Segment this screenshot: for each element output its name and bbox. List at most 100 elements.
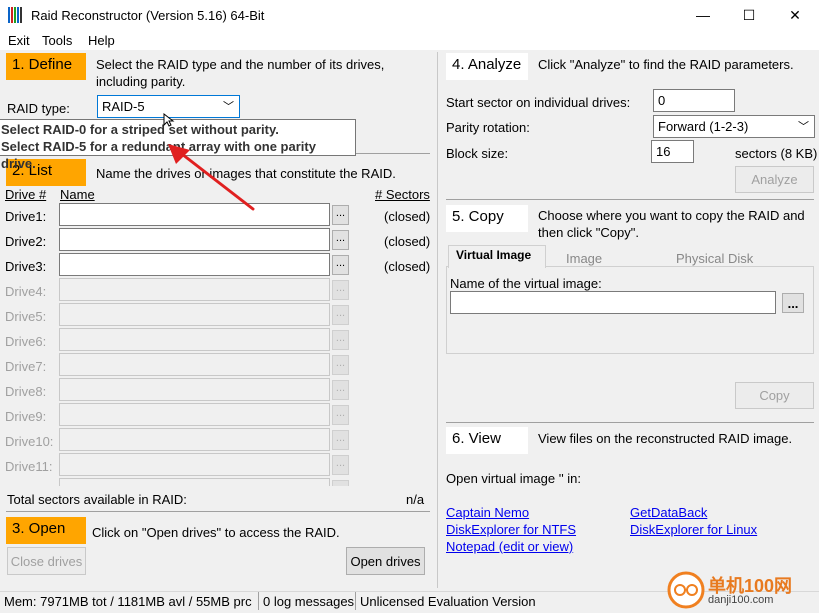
start-sector-label: Start sector on individual drives: bbox=[446, 95, 631, 110]
status-license: Unlicensed Evaluation Version bbox=[360, 594, 536, 609]
drive6-name-input[interactable] bbox=[59, 328, 330, 351]
mouse-cursor-icon bbox=[163, 112, 175, 127]
annotation-arrow-icon bbox=[168, 144, 255, 211]
step-analyze-label: 4. Analyze bbox=[446, 53, 528, 80]
minimize-icon: — bbox=[696, 7, 710, 23]
copy-button[interactable]: Copy bbox=[735, 382, 814, 409]
drive3-status: (closed) bbox=[384, 259, 431, 274]
block-size-label: Block size: bbox=[446, 146, 509, 161]
analyze-description: Click "Analyze" to find the RAID paramet… bbox=[538, 57, 794, 72]
drive12-name-input-partial bbox=[59, 478, 330, 486]
drive7-browse-button[interactable]: ... bbox=[332, 355, 349, 375]
analyze-button[interactable]: Analyze bbox=[735, 166, 814, 193]
drive1-browse-button[interactable]: ... bbox=[332, 205, 349, 225]
drive12-browse-button-partial bbox=[332, 480, 349, 486]
drive7-name-input[interactable] bbox=[59, 353, 330, 376]
tab-virtual-image-label: Virtual Image bbox=[456, 248, 532, 262]
parity-rotation-value: Forward (1-2-3) bbox=[658, 119, 749, 134]
block-size-unit: sectors (8 KB) bbox=[735, 146, 818, 161]
drive4-browse-button[interactable]: ... bbox=[332, 280, 349, 300]
column-name-header: Name bbox=[60, 187, 95, 202]
close-drives-button[interactable]: Close drives bbox=[7, 547, 86, 575]
drive1-status: (closed) bbox=[384, 209, 431, 224]
link-diskexplorer-ntfs[interactable]: DiskExplorer for NTFS bbox=[446, 522, 576, 537]
watermark-logo-icon bbox=[666, 570, 706, 610]
step-open-label: 3. Open bbox=[6, 517, 86, 544]
drive3-name-input[interactable] bbox=[59, 253, 330, 276]
drive8-name-input[interactable] bbox=[59, 378, 330, 401]
link-captain-nemo[interactable]: Captain Nemo bbox=[446, 505, 529, 520]
parity-rotation-label: Parity rotation: bbox=[446, 120, 530, 135]
drive8-label: Drive8: bbox=[5, 384, 47, 399]
drive11-name-input[interactable] bbox=[59, 453, 330, 476]
drive4-name-input[interactable] bbox=[59, 278, 330, 301]
drive4-label: Drive4: bbox=[5, 284, 47, 299]
list-divider bbox=[6, 511, 430, 512]
menu-tools[interactable]: Tools bbox=[42, 33, 72, 48]
drive5-browse-button[interactable]: ... bbox=[332, 305, 349, 325]
virtual-image-name-input[interactable] bbox=[450, 291, 776, 314]
column-drive-header: Drive # bbox=[5, 187, 47, 202]
window-title: Raid Reconstructor (Version 5.16) 64-Bit bbox=[31, 8, 265, 23]
drive7-label: Drive7: bbox=[5, 359, 47, 374]
maximize-icon: ☐ bbox=[742, 6, 756, 23]
open-virtual-image-label: Open virtual image '' in: bbox=[446, 471, 582, 486]
watermark-site-url: danji100.com bbox=[708, 594, 774, 606]
menu-exit[interactable]: Exit bbox=[8, 33, 30, 48]
view-description: View files on the reconstructed RAID ima… bbox=[538, 431, 793, 446]
link-notepad[interactable]: Notepad (edit or view) bbox=[446, 539, 573, 554]
virtual-image-browse-button[interactable]: ... bbox=[782, 293, 804, 313]
drive10-browse-button[interactable]: ... bbox=[332, 430, 349, 450]
chevron-down-icon: ﹀ bbox=[223, 101, 234, 113]
drive2-name-input[interactable] bbox=[59, 228, 330, 251]
close-button[interactable]: ✕ bbox=[772, 0, 818, 30]
drive8-browse-button[interactable]: ... bbox=[332, 380, 349, 400]
column-sectors-header: # Sectors bbox=[375, 187, 430, 202]
drive2-status: (closed) bbox=[384, 234, 431, 249]
drive10-label: Drive10: bbox=[5, 434, 54, 449]
block-size-input[interactable]: 16 bbox=[651, 140, 694, 163]
open-drives-button[interactable]: Open drives bbox=[346, 547, 425, 575]
drive3-label: Drive3: bbox=[5, 259, 47, 274]
drive2-browse-button[interactable]: ... bbox=[332, 230, 349, 250]
drive6-label: Drive6: bbox=[5, 334, 47, 349]
raid-type-value: RAID-5 bbox=[102, 99, 145, 114]
raid-type-label: RAID type: bbox=[7, 101, 70, 116]
close-icon: ✕ bbox=[789, 6, 801, 23]
drive9-label: Drive9: bbox=[5, 409, 47, 424]
drive1-label: Drive1: bbox=[5, 209, 47, 224]
define-description: Select the RAID type and the number of i… bbox=[96, 57, 385, 89]
tab-image[interactable]: Image bbox=[566, 251, 602, 266]
drive6-browse-button[interactable]: ... bbox=[332, 330, 349, 350]
drive3-browse-button[interactable]: ... bbox=[332, 255, 349, 275]
drive9-name-input[interactable] bbox=[59, 403, 330, 426]
tooltip-line-1: Select RAID-0 for a striped set without … bbox=[1, 122, 279, 137]
drive11-label: Drive11: bbox=[5, 459, 53, 474]
drive11-browse-button[interactable]: ... bbox=[332, 455, 349, 475]
minimize-button[interactable]: — bbox=[680, 0, 726, 30]
link-getdataback[interactable]: GetDataBack bbox=[630, 505, 707, 520]
chevron-down-icon: ﹀ bbox=[798, 121, 809, 133]
status-separator bbox=[355, 592, 356, 610]
menu-help[interactable]: Help bbox=[88, 33, 115, 48]
raid-app-icon bbox=[8, 7, 22, 23]
total-sectors-label: Total sectors available in RAID: bbox=[7, 492, 187, 507]
open-description: Click on "Open drives" to access the RAI… bbox=[92, 525, 340, 540]
vertical-divider bbox=[437, 52, 438, 588]
status-memory: Mem: 7971MB tot / 1181MB avl / 55MB prc bbox=[4, 594, 252, 609]
start-sector-input[interactable]: 0 bbox=[653, 89, 735, 112]
parity-rotation-select[interactable]: Forward (1-2-3) ﹀ bbox=[653, 115, 815, 138]
drive5-name-input[interactable] bbox=[59, 303, 330, 326]
drive10-name-input[interactable] bbox=[59, 428, 330, 451]
link-diskexplorer-linux[interactable]: DiskExplorer for Linux bbox=[630, 522, 757, 537]
status-separator bbox=[258, 592, 259, 610]
drive9-browse-button[interactable]: ... bbox=[332, 405, 349, 425]
menu-bar bbox=[0, 30, 819, 50]
analyze-divider bbox=[446, 199, 814, 200]
tab-physical-disk[interactable]: Physical Disk bbox=[676, 251, 753, 266]
drive2-label: Drive2: bbox=[5, 234, 47, 249]
maximize-button[interactable]: ☐ bbox=[726, 0, 772, 30]
copy-divider bbox=[446, 422, 814, 423]
total-sectors-value: n/a bbox=[406, 492, 425, 507]
copy-description: Choose where you want to copy the RAID a… bbox=[538, 208, 805, 240]
